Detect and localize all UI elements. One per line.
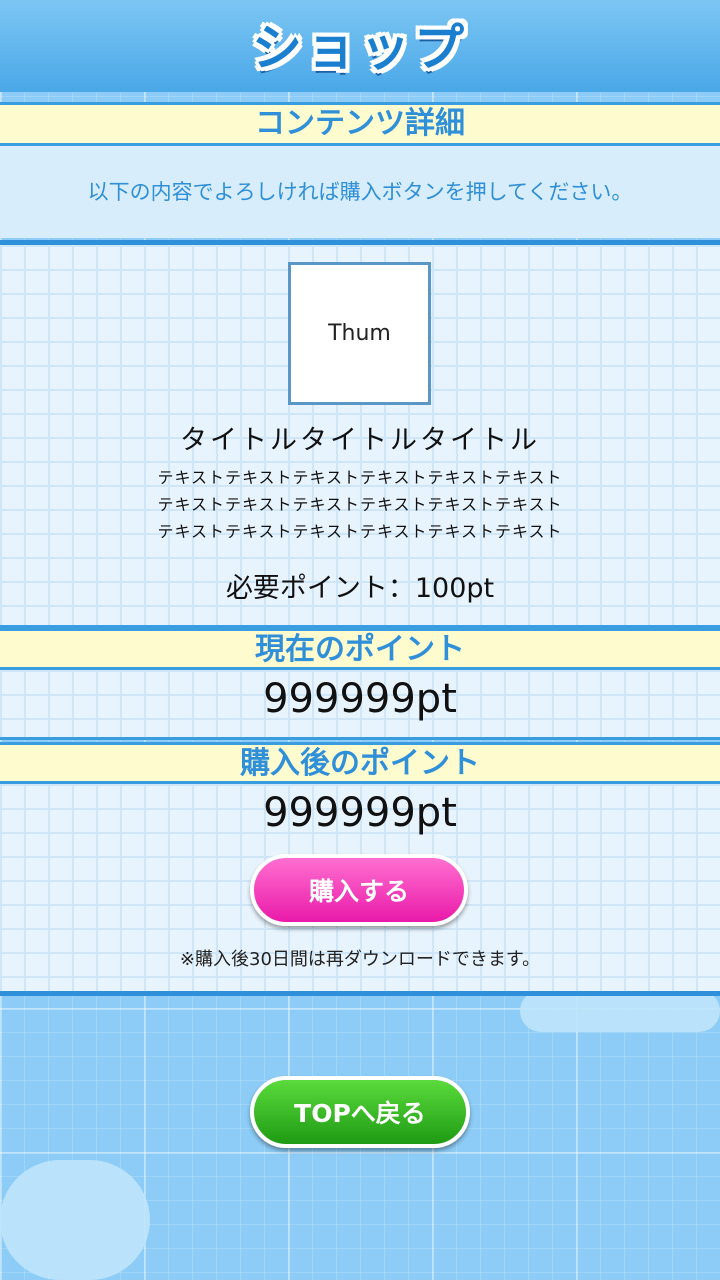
description-line: テキストテキストテキストテキストテキストテキスト xyxy=(157,468,563,487)
notice-text: 以下の内容でよろしければ購入ボタンを押してください。 xyxy=(87,180,633,204)
cloud-decoration xyxy=(520,990,720,1032)
buy-button[interactable]: 購入する xyxy=(250,854,468,926)
section-title: 現在のポイント xyxy=(255,632,465,667)
back-to-top-label: TOPへ戻る xyxy=(294,1099,426,1128)
section-title: 購入後のポイント xyxy=(240,746,480,781)
description-line: テキストテキストテキストテキストテキストテキスト xyxy=(157,522,563,541)
buy-button-label: 購入する xyxy=(308,877,409,906)
item-description: テキストテキストテキストテキストテキストテキスト テキストテキストテキストテキス… xyxy=(0,464,720,545)
page-title: ショップ xyxy=(252,19,468,77)
redownload-note: ※購入後30日間は再ダウンロードできます。 xyxy=(179,949,541,970)
cloud-decoration xyxy=(0,1160,150,1280)
back-to-top-button[interactable]: TOPへ戻る xyxy=(250,1076,470,1148)
current-points-value: 999999pt xyxy=(263,676,457,722)
item-thumbnail: Thum xyxy=(288,262,431,405)
required-points: 必要ポイント：100pt xyxy=(225,573,495,604)
description-line: テキストテキストテキストテキストテキストテキスト xyxy=(157,495,563,514)
section-bar-content-detail: コンテンツ詳細 xyxy=(0,102,720,146)
after-points-value: 999999pt xyxy=(263,790,457,836)
item-title: タイトルタイトルタイトル xyxy=(180,425,540,456)
header: ショップ xyxy=(0,0,720,92)
section-bar-after-points: 購入後のポイント xyxy=(0,742,720,784)
section-title: コンテンツ詳細 xyxy=(255,106,465,141)
thumbnail-label: Thum xyxy=(328,321,391,346)
section-bar-current-points: 現在のポイント xyxy=(0,628,720,670)
